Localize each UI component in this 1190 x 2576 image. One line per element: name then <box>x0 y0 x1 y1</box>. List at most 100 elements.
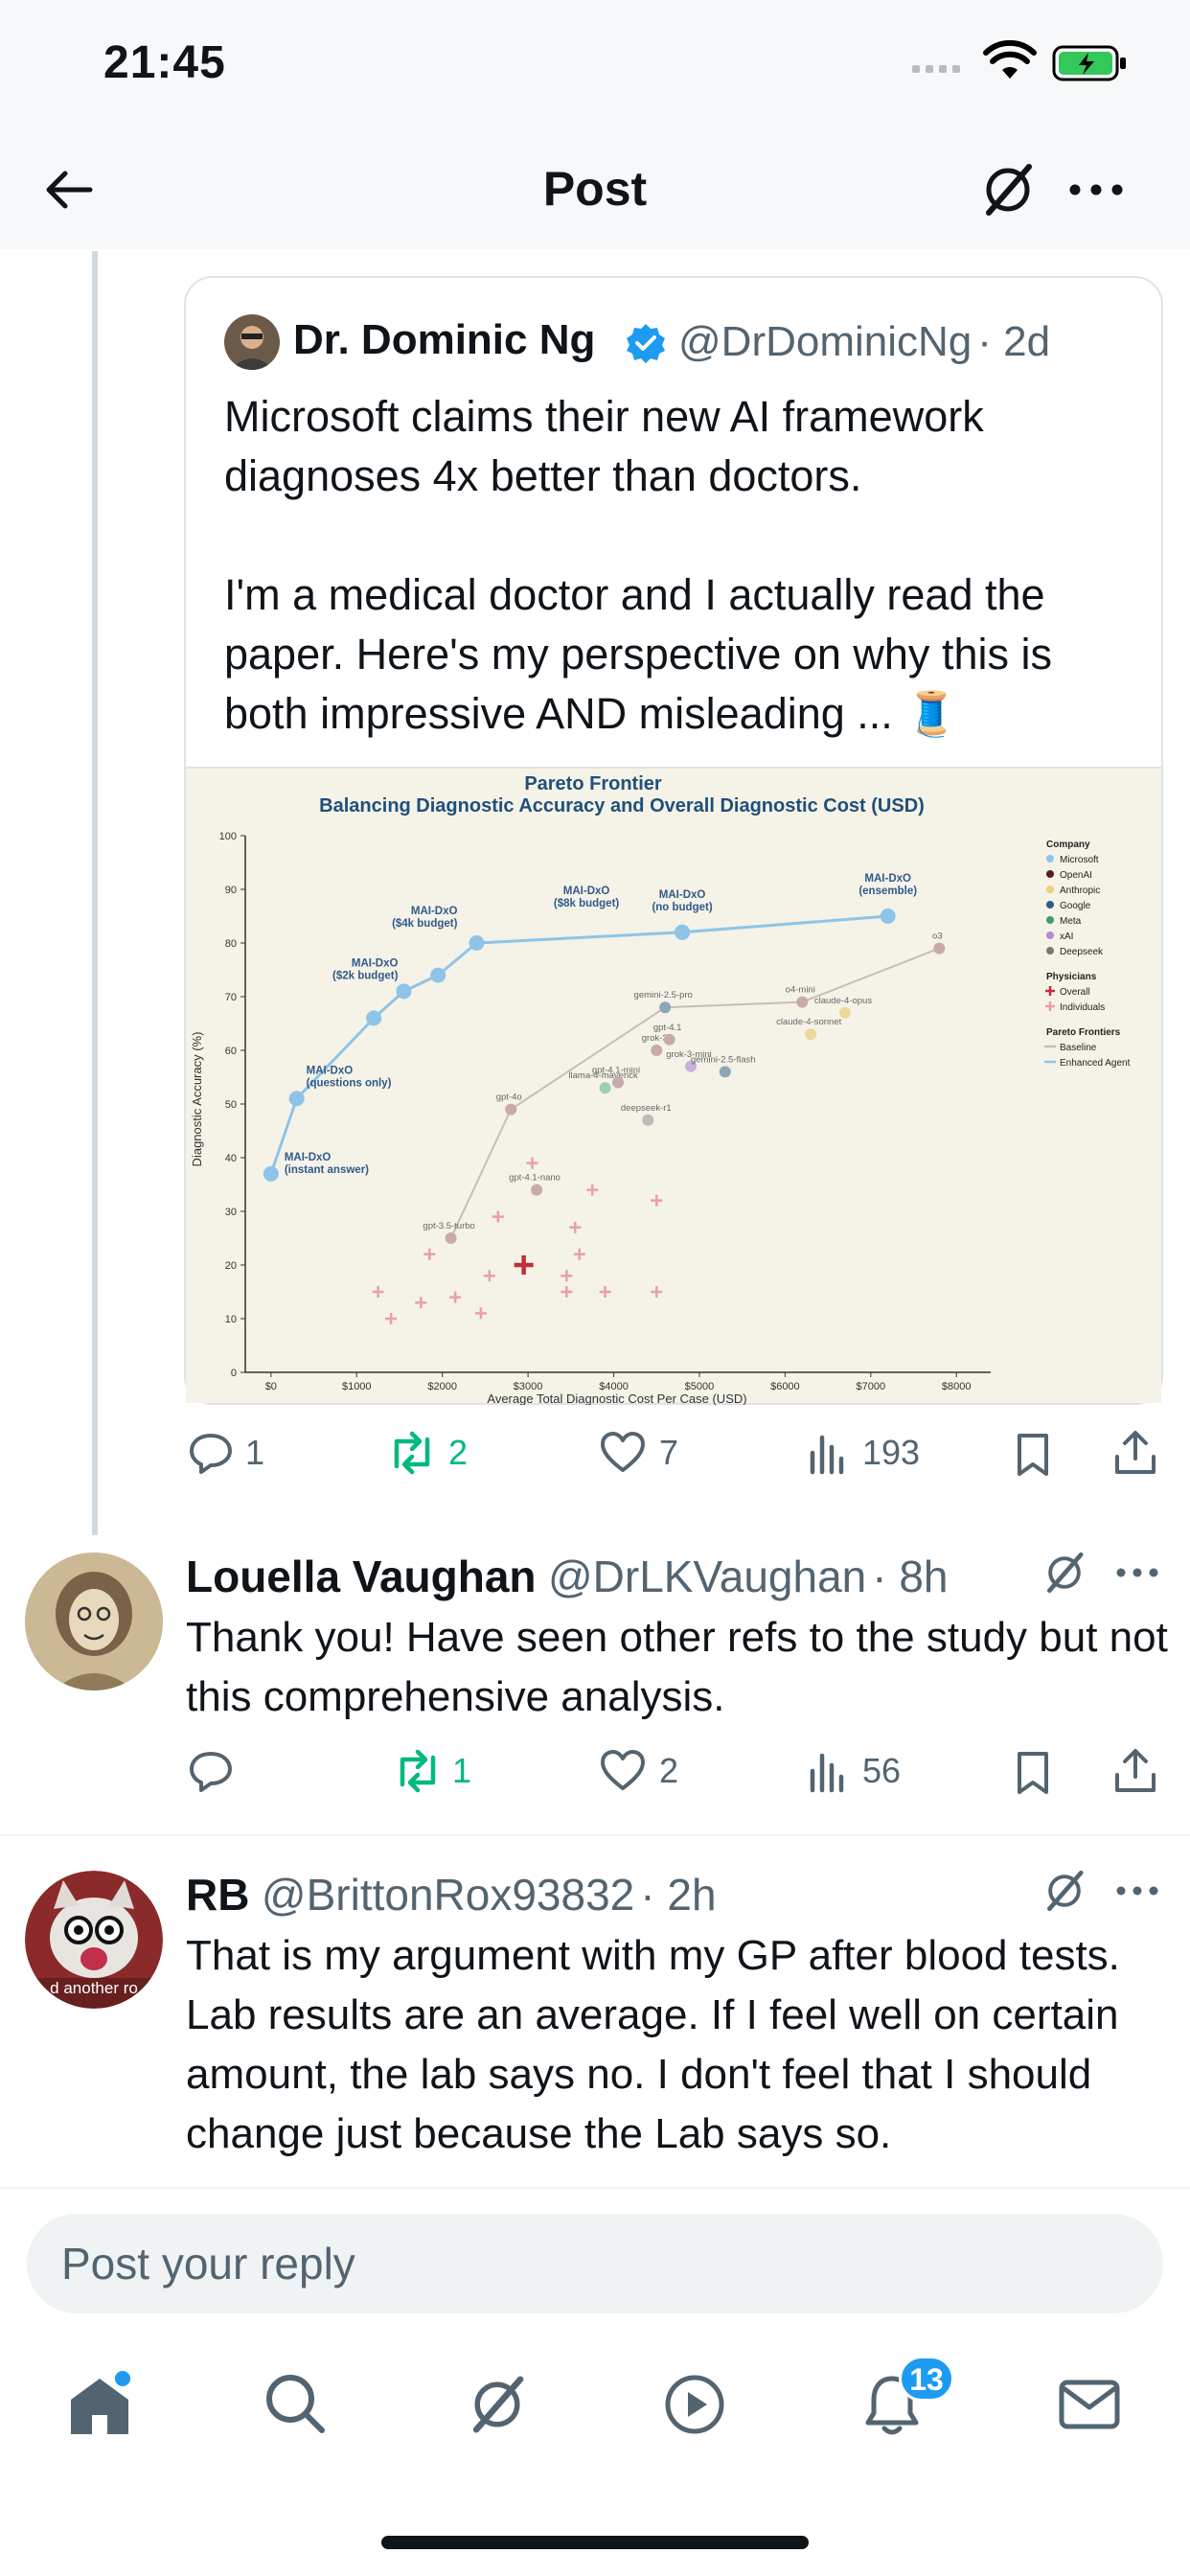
baseline-point <box>651 1045 663 1056</box>
legend-swatch <box>1046 886 1054 893</box>
quoted-author-name[interactable]: Dr. Dominic Ng <box>293 316 595 364</box>
quoted-author-handle[interactable]: @DrDominicNg · 2d <box>678 318 1050 366</box>
views-button[interactable]: 56 <box>807 1746 901 1796</box>
legend-item: Individuals <box>1060 1002 1105 1013</box>
quoted-author-avatar[interactable] <box>224 314 280 370</box>
baseline-point <box>663 1033 675 1046</box>
physician-individual-point <box>561 1270 573 1282</box>
baseline-point-label: gpt-4.1 <box>653 1023 682 1033</box>
grok-icon[interactable] <box>1041 1549 1088 1601</box>
y-tick-label: 0 <box>231 1368 237 1379</box>
more-options-icon[interactable] <box>1115 1564 1159 1586</box>
legend-item: Meta <box>1060 916 1082 927</box>
baseline-point <box>642 1114 654 1126</box>
enhanced-agent-point <box>430 967 446 983</box>
views-icon <box>810 1753 844 1793</box>
tab-search[interactable] <box>263 2371 328 2441</box>
views-button[interactable]: 193 <box>807 1428 920 1478</box>
tab-video[interactable] <box>661 2371 728 2443</box>
baseline-point <box>805 1028 817 1041</box>
baseline-point <box>719 1066 731 1078</box>
enhanced-agent-point <box>288 1091 305 1107</box>
reply-input[interactable]: Post your reply <box>27 2214 1163 2313</box>
legend-title-physicians: Physicians <box>1046 972 1097 982</box>
share-icon[interactable] <box>1111 1746 1159 1801</box>
tab-home[interactable] <box>65 2371 134 2445</box>
baseline-point-label: gemini-2.5-flash <box>691 1054 756 1065</box>
enhanced-agent-label: (ensemble) <box>858 886 917 897</box>
y-tick-label: 80 <box>225 938 237 950</box>
heart-icon <box>601 1432 645 1472</box>
reply-author-handle[interactable]: @DrLKVaughan <box>548 1552 866 1601</box>
legend-swatch <box>1046 932 1054 939</box>
like-button[interactable]: 2 <box>598 1746 678 1796</box>
reply-header-louella: Louella Vaughan @DrLKVaughan · 8h <box>186 1551 949 1602</box>
repost-button[interactable]: 2 <box>385 1428 468 1478</box>
reply-header-rb: RB @BrittonRox93832 · 2h <box>186 1869 717 1920</box>
quoted-post-text: Microsoft claims their new AI framework … <box>224 392 1052 738</box>
legend-swatch <box>1046 870 1054 878</box>
grok-icon[interactable] <box>1041 1867 1088 1920</box>
grok-icon[interactable] <box>977 159 1039 225</box>
physician-individual-point <box>526 1157 538 1169</box>
reply-text: Thank you! Have seen other refs to the s… <box>186 1614 1168 1720</box>
y-tick-label: 30 <box>225 1207 237 1218</box>
share-icon[interactable] <box>1111 1428 1159 1483</box>
reply-icon <box>190 1434 232 1474</box>
like-button[interactable]: 7 <box>598 1428 678 1478</box>
legend-item: Deepseek <box>1060 947 1104 957</box>
repost-button[interactable]: 1 <box>391 1746 471 1796</box>
enhanced-agent-point <box>366 1010 382 1026</box>
reply-button[interactable]: 1 <box>186 1428 264 1478</box>
more-options-icon[interactable] <box>1067 178 1125 206</box>
chart-image[interactable]: Pareto Frontier Balancing Diagnostic Acc… <box>186 767 1161 1406</box>
views-icon <box>810 1435 844 1475</box>
heart-icon <box>601 1750 645 1790</box>
enhanced-agent-point <box>880 908 896 924</box>
x-tick-label: $1000 <box>342 1381 372 1392</box>
x-tick-label: $2000 <box>427 1381 457 1392</box>
baseline-point-label: claude-4-sonnet <box>776 1017 841 1027</box>
physician-individual-point <box>385 1313 398 1324</box>
tab-messages[interactable] <box>1058 2375 1121 2439</box>
reply-avatar-louella[interactable] <box>25 1552 163 1690</box>
physician-individual-point <box>586 1184 599 1196</box>
reply-author-name[interactable]: Louella Vaughan <box>186 1552 537 1601</box>
chart-xlabel: Average Total Diagnostic Cost Per Case (… <box>487 1392 746 1405</box>
baseline-frontier-line <box>449 947 940 1239</box>
reply-author-name[interactable]: RB <box>186 1870 249 1920</box>
x-tick-label: $8000 <box>942 1381 972 1392</box>
divider <box>0 2187 1190 2189</box>
baseline-point-label: o4-mini <box>786 985 815 996</box>
notifications-badge: 13 <box>899 2356 954 2402</box>
legend-item: Baseline <box>1060 1043 1097 1053</box>
like-count: 2 <box>659 1751 679 1790</box>
y-tick-label: 100 <box>219 831 237 842</box>
reply-button[interactable] <box>186 1746 236 1796</box>
legend-item: OpenAI <box>1060 870 1092 881</box>
physician-overall-point <box>514 1255 534 1275</box>
enhanced-agent-label: MAI-DxO <box>411 906 458 917</box>
physician-individual-point <box>561 1286 573 1298</box>
y-tick-label: 70 <box>225 992 237 1003</box>
legend-item: Anthropic <box>1060 886 1100 896</box>
physician-individual-point <box>423 1248 436 1260</box>
tab-grok[interactable] <box>464 2371 531 2443</box>
enhanced-agent-label: ($2k budget) <box>332 970 399 981</box>
enhanced-agent-label: ($8k budget) <box>554 898 620 909</box>
thread-line <box>92 251 98 1535</box>
legend-title-company: Company <box>1046 840 1090 850</box>
reply-author-handle[interactable]: @BrittonRox93832 <box>262 1870 634 1920</box>
like-count: 7 <box>659 1433 679 1472</box>
enhanced-agent-label: (instant answer) <box>285 1164 369 1176</box>
legend-swatch <box>1046 855 1054 862</box>
baseline-point-label: gpt-4.1-mini <box>592 1066 640 1076</box>
physician-individual-point <box>599 1286 611 1298</box>
divider <box>0 1834 1190 1836</box>
bookmark-icon[interactable] <box>1010 1748 1056 1803</box>
repost-icon <box>394 1431 430 1475</box>
bookmark-icon[interactable] <box>1010 1430 1056 1484</box>
verified-badge-icon <box>625 322 667 369</box>
reply-avatar-rb[interactable]: d another ro <box>25 1871 163 2009</box>
more-options-icon[interactable] <box>1115 1882 1159 1904</box>
